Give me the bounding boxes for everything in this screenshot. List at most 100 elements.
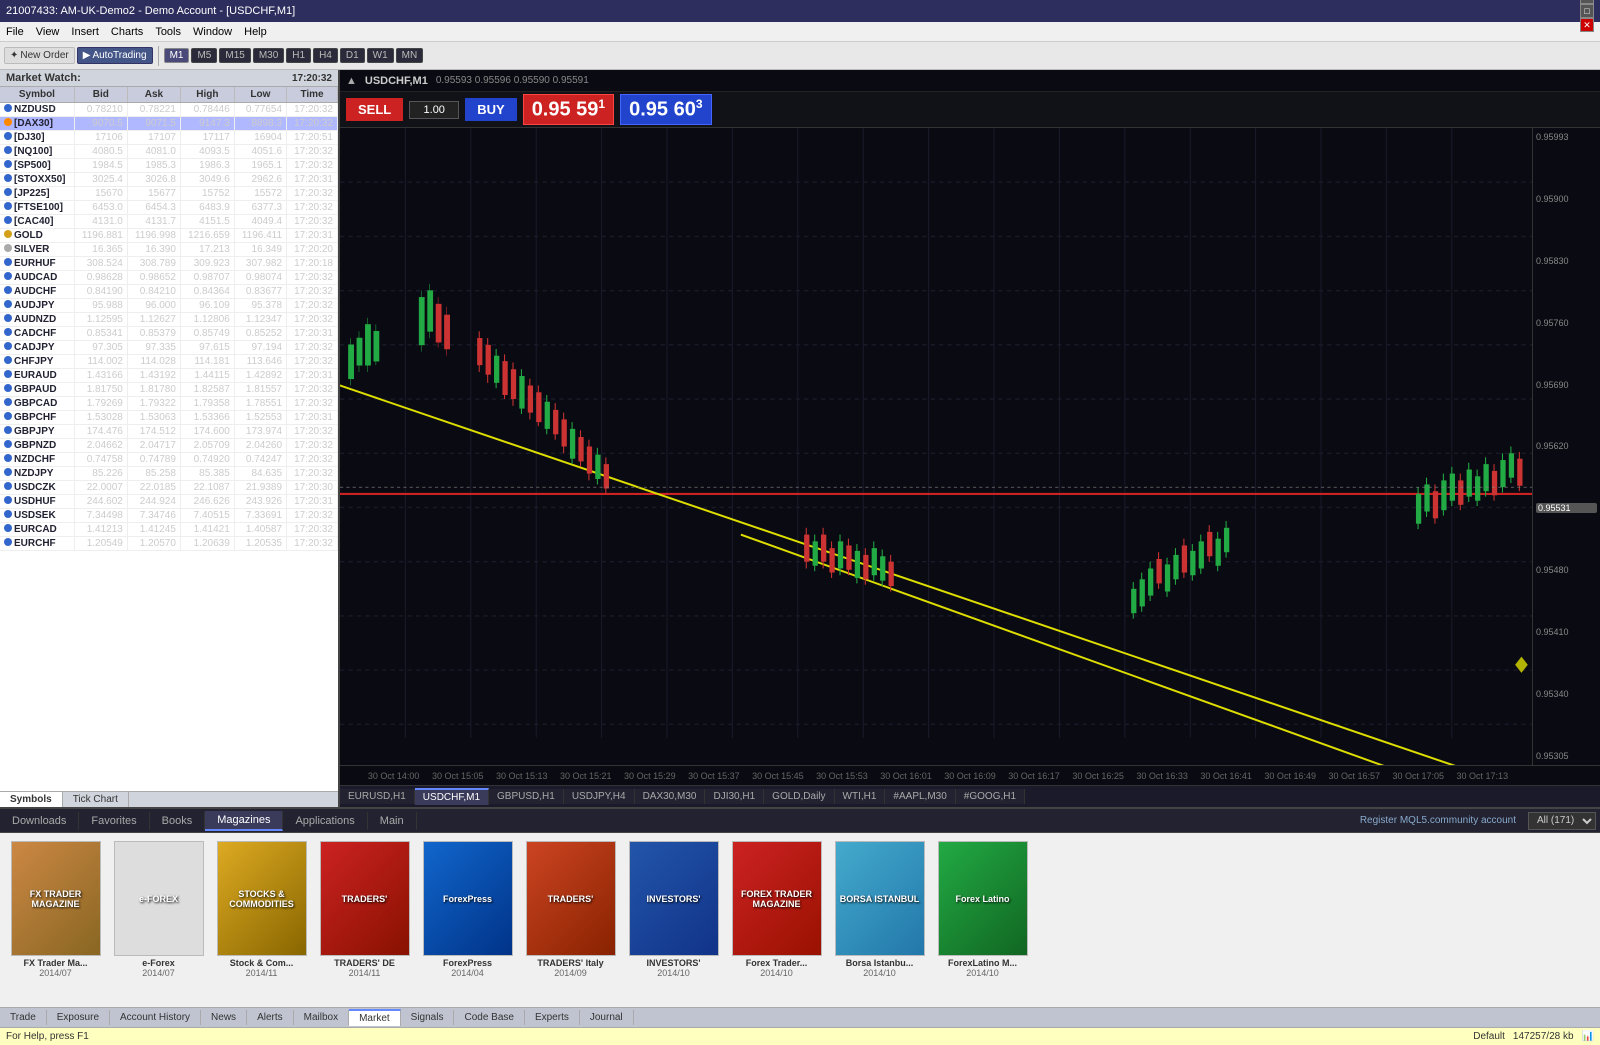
menu-item-file[interactable]: File	[6, 26, 24, 38]
bottom-tab-applications[interactable]: Applications	[283, 812, 367, 830]
table-row[interactable]: AUDCHF 0.84190 0.84210 0.84364 0.83677 1…	[0, 285, 338, 299]
table-row[interactable]: CADCHF 0.85341 0.85379 0.85749 0.85252 1…	[0, 327, 338, 341]
close-btn[interactable]: ✕	[1580, 18, 1594, 32]
nav-tab-alerts[interactable]: Alerts	[247, 1010, 294, 1025]
table-row[interactable]: NZDJPY 85.226 85.258 85.385 84.635 17:20…	[0, 467, 338, 481]
magazine-item-forexpress[interactable]: ForexPressForexPress2014/04	[420, 841, 515, 978]
table-row[interactable]: [SP500] 1984.5 1985.3 1986.3 1965.1 17:2…	[0, 159, 338, 173]
table-row[interactable]: AUDNZD 1.12595 1.12627 1.12806 1.12347 1…	[0, 313, 338, 327]
table-row[interactable]: [DAX30] 9070.5 9071.5 9147.3 8898.3 17:2…	[0, 117, 338, 131]
chart-tab-gbpusd-h1[interactable]: GBPUSD,H1	[489, 789, 564, 804]
quantity-input[interactable]	[409, 101, 459, 119]
nav-tab-trade[interactable]: Trade	[0, 1010, 47, 1025]
chart-tab-usdchf-m1[interactable]: USDCHF,M1	[415, 788, 489, 805]
tf-h1[interactable]: H1	[286, 48, 311, 63]
table-row[interactable]: EURCHF 1.20549 1.20570 1.20639 1.20535 1…	[0, 537, 338, 551]
chart-tab-dji30-h1[interactable]: DJI30,H1	[705, 789, 764, 804]
table-row[interactable]: EURHUF 308.524 308.789 309.923 307.982 1…	[0, 257, 338, 271]
table-row[interactable]: [CAC40] 4131.0 4131.7 4151.5 4049.4 17:2…	[0, 215, 338, 229]
table-row[interactable]: [FTSE100] 6453.0 6454.3 6483.9 6377.3 17…	[0, 201, 338, 215]
tf-m15[interactable]: M15	[219, 48, 250, 63]
bottom-tab-books[interactable]: Books	[150, 812, 206, 830]
magazines-panel[interactable]: FX TRADER MAGAZINEFX Trader Ma...2014/07…	[0, 833, 1600, 1007]
magazine-date-tradersde: 2014/11	[349, 968, 381, 978]
menu-item-insert[interactable]: Insert	[71, 26, 99, 38]
nav-tab-journal[interactable]: Journal	[580, 1010, 634, 1025]
table-row[interactable]: [JP225] 15670 15677 15752 15572 17:20:32	[0, 187, 338, 201]
table-row[interactable]: NZDUSD 0.78210 0.78221 0.78446 0.77654 1…	[0, 103, 338, 117]
nav-tab-code-base[interactable]: Code Base	[454, 1010, 524, 1025]
tf-mn[interactable]: MN	[396, 48, 424, 63]
nav-tab-experts[interactable]: Experts	[525, 1010, 580, 1025]
nav-tab-news[interactable]: News	[201, 1010, 247, 1025]
magazine-item-tradersit[interactable]: TRADERS'TRADERS' Italy2014/09	[523, 841, 618, 978]
bottom-tab-magazines[interactable]: Magazines	[205, 811, 283, 831]
table-row[interactable]: USDHUF 244.602 244.924 246.626 243.926 1…	[0, 495, 338, 509]
menu-item-view[interactable]: View	[36, 26, 60, 38]
new-order-button[interactable]: ✦ New Order	[4, 47, 75, 64]
sell-button[interactable]: SELL	[346, 98, 403, 121]
menu-item-tools[interactable]: Tools	[155, 26, 181, 38]
table-row[interactable]: CADJPY 97.305 97.335 97.615 97.194 17:20…	[0, 341, 338, 355]
magazine-item-forexlatino[interactable]: Forex LatinoForexLatino M...2014/10	[935, 841, 1030, 978]
tf-h4[interactable]: H4	[313, 48, 338, 63]
chart-tab-usdjpy-h4[interactable]: USDJPY,H4	[564, 789, 635, 804]
filter-dropdown[interactable]: All (171)	[1528, 812, 1596, 830]
chart-tab-eurusd-h1[interactable]: EURUSD,H1	[340, 789, 415, 804]
menu-item-window[interactable]: Window	[193, 26, 232, 38]
maximize-btn[interactable]: □	[1580, 4, 1594, 18]
nav-tab-account-history[interactable]: Account History	[110, 1010, 201, 1025]
table-row[interactable]: EURCAD 1.41213 1.41245 1.41421 1.40587 1…	[0, 523, 338, 537]
chart-tab-dax30-m30[interactable]: DAX30,M30	[635, 789, 706, 804]
tf-m30[interactable]: M30	[253, 48, 284, 63]
table-row[interactable]: AUDJPY 95.988 96.000 96.109 95.378 17:20…	[0, 299, 338, 313]
table-row[interactable]: GBPAUD 1.81750 1.81780 1.82587 1.81557 1…	[0, 383, 338, 397]
nav-tab-mailbox[interactable]: Mailbox	[294, 1010, 349, 1025]
table-row[interactable]: GOLD 1196.881 1196.998 1216.659 1196.411…	[0, 229, 338, 243]
tf-d1[interactable]: D1	[340, 48, 365, 63]
menu-item-charts[interactable]: Charts	[111, 26, 143, 38]
buy-button[interactable]: BUY	[465, 98, 516, 121]
table-row[interactable]: [STOXX50] 3025.4 3026.8 3049.6 2962.6 17…	[0, 173, 338, 187]
magazine-item-tradersde[interactable]: TRADERS'TRADERS' DE2014/11	[317, 841, 412, 978]
mw-tab-symbols[interactable]: Symbols	[0, 792, 63, 807]
table-row[interactable]: GBPJPY 174.476 174.512 174.600 173.974 1…	[0, 425, 338, 439]
magazine-item-investors[interactable]: INVESTORS'INVESTORS'2014/10	[626, 841, 721, 978]
table-row[interactable]: NZDCHF 0.74758 0.74789 0.74920 0.74247 1…	[0, 453, 338, 467]
bottom-tab-main[interactable]: Main	[368, 812, 417, 830]
table-row[interactable]: AUDCAD 0.98628 0.98652 0.98707 0.98074 1…	[0, 271, 338, 285]
nav-tab-exposure[interactable]: Exposure	[47, 1010, 110, 1025]
mw-tab-tick-chart[interactable]: Tick Chart	[63, 792, 129, 807]
table-row[interactable]: [DJ30] 17106 17107 17117 16904 17:20:51	[0, 131, 338, 145]
chart-tab-wti-h1[interactable]: WTI,H1	[835, 789, 886, 804]
magazine-item-forextrader[interactable]: FOREX TRADER MAGAZINEForex Trader...2014…	[729, 841, 824, 978]
menu-item-help[interactable]: Help	[244, 26, 267, 38]
table-row[interactable]: [NQ100] 4080.5 4081.0 4093.5 4051.6 17:2…	[0, 145, 338, 159]
autotrading-button[interactable]: ▶ AutoTrading	[77, 47, 153, 64]
table-row[interactable]: USDSEK 7.34498 7.34746 7.40515 7.33691 1…	[0, 509, 338, 523]
market-watch-table[interactable]: Symbol Bid Ask High Low Time NZDUSD 0.78…	[0, 87, 338, 791]
table-row[interactable]: EURAUD 1.43166 1.43192 1.44115 1.42892 1…	[0, 369, 338, 383]
tf-m5[interactable]: M5	[191, 48, 217, 63]
magazine-item-eforex[interactable]: e-FOREXe-Forex2014/07	[111, 841, 206, 978]
chart-canvas-container[interactable]	[340, 128, 1532, 765]
tf-w1[interactable]: W1	[367, 48, 394, 63]
bottom-tab-downloads[interactable]: Downloads	[0, 812, 79, 830]
nav-tab-market[interactable]: Market	[349, 1009, 401, 1026]
magazine-item-fxtrader[interactable]: FX TRADER MAGAZINEFX Trader Ma...2014/07	[8, 841, 103, 978]
bottom-tab-favorites[interactable]: Favorites	[79, 812, 149, 830]
table-row[interactable]: GBPNZD 2.04662 2.04717 2.05709 2.04260 1…	[0, 439, 338, 453]
chart-tab-#goog-h1[interactable]: #GOOG,H1	[956, 789, 1025, 804]
magazine-item-stockscommodities[interactable]: STOCKS & COMMODITIESStock & Com...2014/1…	[214, 841, 309, 978]
chart-tab-gold-daily[interactable]: GOLD,Daily	[764, 789, 834, 804]
table-row[interactable]: GBPCAD 1.79269 1.79322 1.79358 1.78551 1…	[0, 397, 338, 411]
tf-m1[interactable]: M1	[164, 48, 190, 63]
chart-tab-#aapl-m30[interactable]: #AAPL,M30	[885, 789, 955, 804]
table-row[interactable]: USDCZK 22.0007 22.0185 22.1087 21.9389 1…	[0, 481, 338, 495]
magazine-item-borsaist[interactable]: BORSA ISTANBULBorsa Istanbu...2014/10	[832, 841, 927, 978]
nav-tab-signals[interactable]: Signals	[401, 1010, 455, 1025]
table-row[interactable]: SILVER 16.365 16.390 17.213 16.349 17:20…	[0, 243, 338, 257]
register-link[interactable]: Register MQL5.community account	[1352, 812, 1524, 829]
table-row[interactable]: GBPCHF 1.53028 1.53063 1.53366 1.52553 1…	[0, 411, 338, 425]
table-row[interactable]: CHFJPY 114.002 114.028 114.181 113.646 1…	[0, 355, 338, 369]
